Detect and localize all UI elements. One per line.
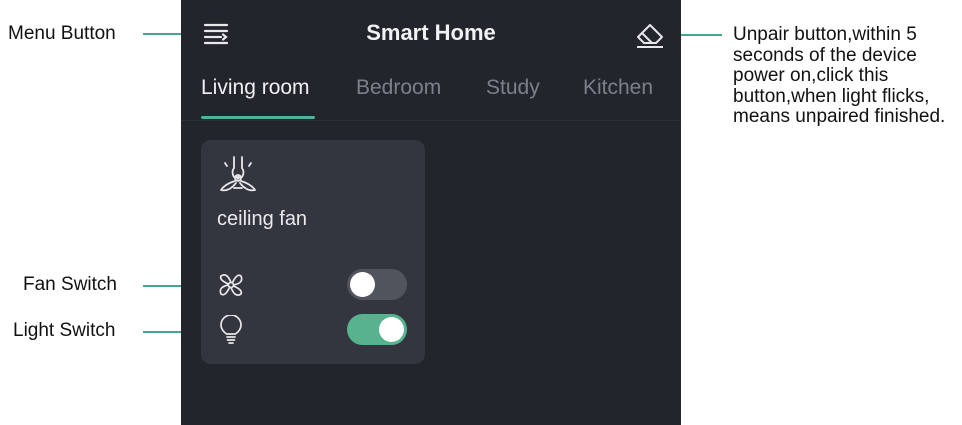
toggle-knob [379, 317, 404, 342]
unpair-button[interactable] [633, 20, 667, 50]
fan-switch-callout: Fan Switch [23, 274, 117, 295]
top-bar: Smart Home [181, 0, 681, 70]
room-tabs: Living room Bedroom Study Kitchen [181, 72, 681, 121]
tab-study[interactable]: Study [486, 76, 540, 100]
eraser-icon [637, 24, 663, 48]
tab-bedroom[interactable]: Bedroom [356, 76, 441, 100]
light-switch-toggle[interactable] [347, 314, 407, 345]
tab-living-room[interactable]: Living room [201, 76, 310, 100]
fan-blades-icon [217, 270, 245, 300]
active-tab-indicator [201, 116, 315, 119]
device-name: ceiling fan [217, 208, 308, 230]
page-title: Smart Home [366, 20, 496, 45]
tab-kitchen[interactable]: Kitchen [583, 76, 653, 100]
unpair-button-callout: Unpair button,within 5 seconds of the de… [733, 24, 946, 127]
app-screen: Smart Home Living room Bedroom Study Kit… [181, 0, 681, 425]
device-card[interactable]: ceiling fan [201, 140, 425, 364]
fan-switch-toggle[interactable] [347, 269, 407, 300]
light-switch-callout: Light Switch [13, 320, 116, 341]
menu-button-callout: Menu Button [8, 23, 116, 44]
ceiling-fan-icon [217, 154, 259, 194]
light-bulb-icon [217, 314, 245, 345]
toggle-knob [350, 272, 375, 297]
